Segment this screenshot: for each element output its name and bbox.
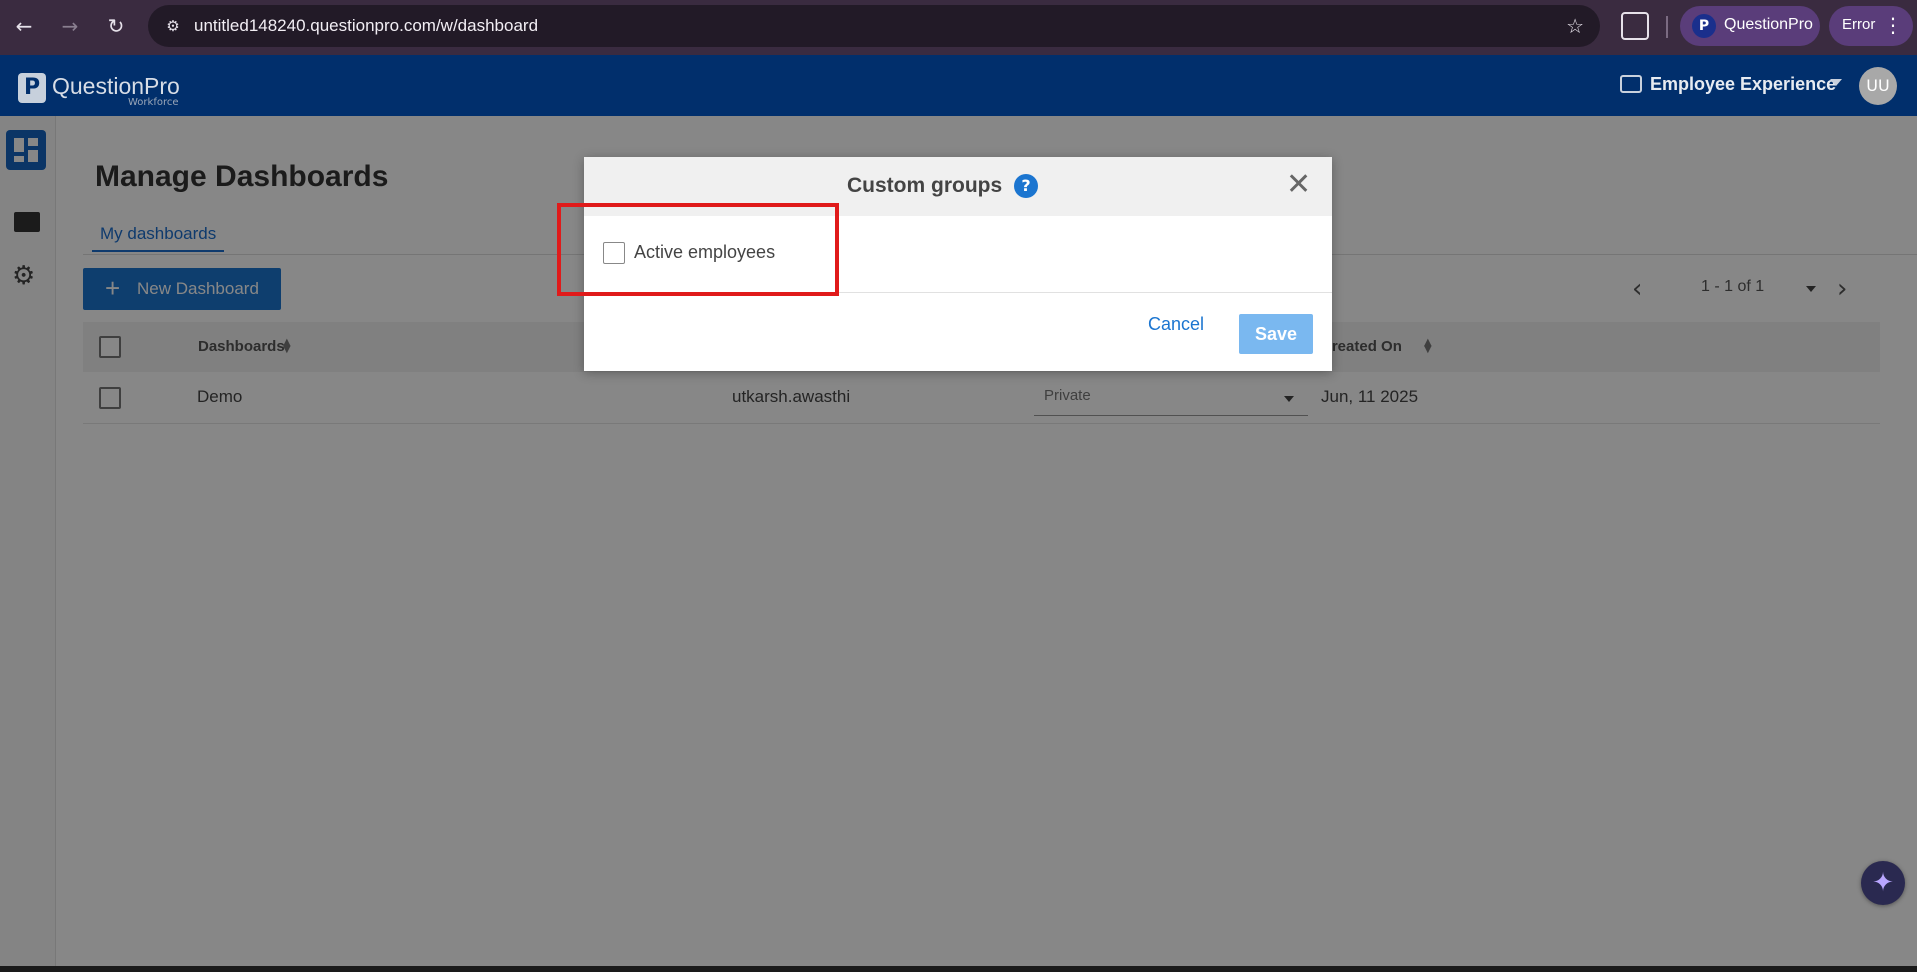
help-icon[interactable]: ? [1014,174,1038,198]
highlight-box [557,203,839,296]
logo-subtitle: Workforce [128,97,179,108]
error-label: Error [1842,16,1876,33]
browser-toolbar: ← → ↻ ⚙ untitled148240.questionpro.com/w… [0,0,1917,55]
cancel-button[interactable]: Cancel [1148,314,1204,335]
extensions-icon[interactable] [1621,12,1649,40]
product-switcher-icon[interactable] [1620,75,1642,93]
assistant-sparkle-icon[interactable]: ✦ [1861,861,1905,905]
questionpro-logo-icon: P [18,73,46,103]
app-header: P QuestionPro Workforce Employee Experie… [0,55,1917,116]
profile-label: QuestionPro [1724,16,1813,33]
save-button[interactable]: Save [1239,314,1313,354]
chevron-down-icon[interactable] [1830,79,1842,86]
url-text: untitled148240.questionpro.com/w/dashboa… [194,16,539,35]
questionpro-profile-icon: P [1692,14,1716,38]
toolbar-divider [1666,16,1668,38]
forward-icon[interactable]: → [56,12,84,40]
dialog-title: Custom groups [847,174,1003,197]
site-info-icon[interactable]: ⚙ [160,13,186,39]
profile-button[interactable]: P QuestionPro [1680,6,1820,46]
address-bar[interactable]: ⚙ untitled148240.questionpro.com/w/dashb… [148,5,1600,47]
menu-dots-icon[interactable]: ⋮ [1883,12,1903,38]
product-switcher-label[interactable]: Employee Experience [1650,74,1836,95]
back-icon[interactable]: ← [10,12,38,40]
bookmark-star-icon[interactable]: ☆ [1566,13,1584,39]
close-icon[interactable]: ✕ [1286,169,1311,201]
error-button[interactable]: Error ⋮ [1829,6,1913,46]
window-bottom-edge [0,966,1917,972]
logo-text: QuestionPro [52,73,180,99]
reload-icon[interactable]: ↻ [102,12,130,40]
user-avatar[interactable]: UU [1859,67,1897,105]
